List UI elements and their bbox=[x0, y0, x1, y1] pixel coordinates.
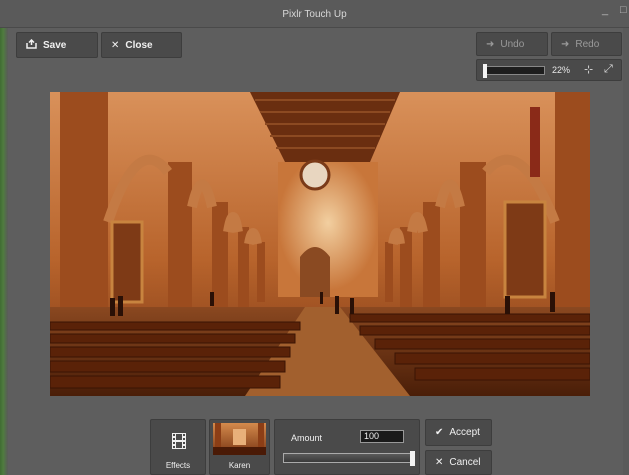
arrow-left-icon: ➜ bbox=[486, 38, 495, 50]
fit-to-screen-icon[interactable]: ⊹ bbox=[584, 63, 593, 76]
window-frame-right bbox=[623, 0, 629, 475]
save-icon bbox=[26, 38, 37, 52]
window-frame-left bbox=[0, 0, 8, 475]
amount-panel: Amount 100 bbox=[274, 419, 420, 475]
effects-button[interactable]: Effects bbox=[150, 419, 206, 475]
amount-slider-handle[interactable] bbox=[410, 451, 415, 466]
close-button[interactable]: ✕ Close bbox=[101, 32, 182, 58]
undo-label: Undo bbox=[500, 38, 525, 50]
arrow-right-icon: ➜ bbox=[561, 38, 570, 50]
minimize-icon[interactable]: _ bbox=[602, 4, 608, 16]
zoom-control: 22% ⊹ ⤢ bbox=[476, 59, 622, 81]
accept-label: Accept bbox=[449, 427, 480, 438]
close-label: Close bbox=[125, 39, 153, 51]
amount-label: Amount bbox=[291, 433, 323, 443]
redo-label: Redo bbox=[575, 38, 600, 50]
church-interior-image bbox=[50, 92, 590, 396]
zoom-value: 22% bbox=[552, 65, 571, 75]
cancel-label: Cancel bbox=[449, 457, 481, 468]
maximize-icon[interactable]: □ bbox=[620, 4, 627, 16]
checkmark-icon: ✔ bbox=[435, 427, 444, 438]
film-icon bbox=[169, 432, 189, 453]
close-icon: ✕ bbox=[435, 457, 444, 468]
zoom-slider[interactable] bbox=[483, 64, 545, 78]
zoom-slider-handle[interactable] bbox=[483, 64, 487, 78]
preset-thumbnail bbox=[213, 423, 266, 455]
effects-label: Effects bbox=[165, 461, 191, 470]
title-bar: Pixlr Touch Up _ □ bbox=[0, 0, 629, 28]
undo-button[interactable]: ➜ Undo bbox=[476, 32, 548, 56]
preset-label: Karen bbox=[228, 461, 251, 470]
accept-button[interactable]: ✔ Accept bbox=[425, 419, 492, 446]
redo-button[interactable]: ➜ Redo bbox=[551, 32, 622, 56]
cancel-button[interactable]: ✕ Cancel bbox=[425, 450, 492, 475]
window-title: Pixlr Touch Up bbox=[282, 9, 347, 20]
photo-canvas[interactable] bbox=[50, 92, 590, 396]
save-label: Save bbox=[43, 39, 67, 51]
amount-input[interactable]: 100 bbox=[360, 430, 404, 443]
preset-karen-button[interactable]: Karen bbox=[209, 419, 270, 475]
save-button[interactable]: Save bbox=[16, 32, 98, 58]
amount-slider[interactable] bbox=[283, 451, 415, 466]
close-icon: ✕ bbox=[111, 39, 120, 51]
expand-icon[interactable]: ⤢ bbox=[604, 63, 613, 76]
